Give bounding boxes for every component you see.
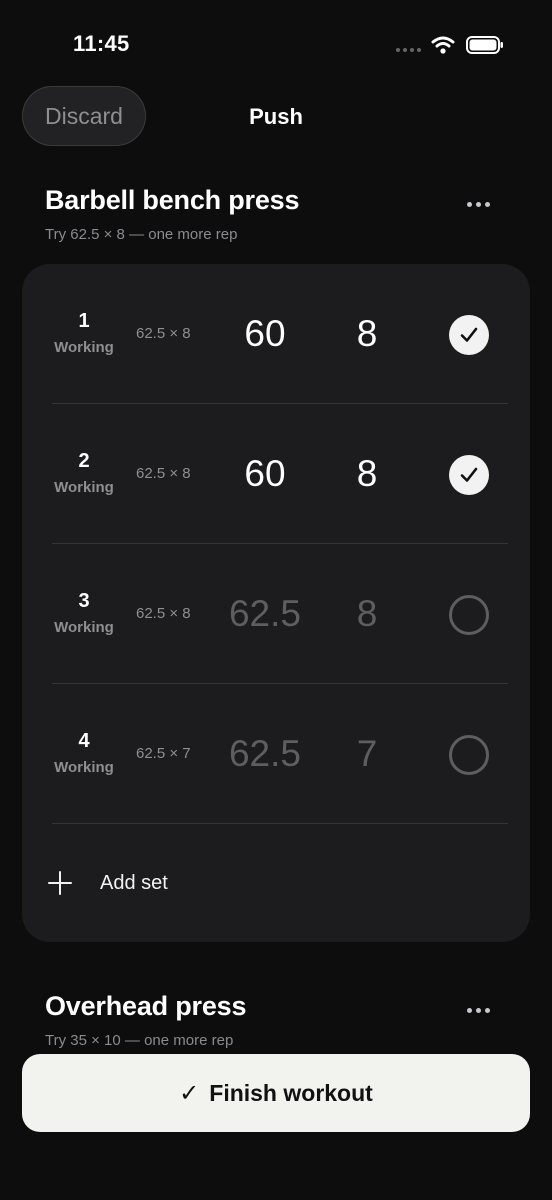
set-type[interactable]: Working — [48, 759, 120, 776]
more-options-icon[interactable] — [462, 1000, 494, 1020]
checkmark-icon — [460, 327, 478, 342]
previous-performance[interactable]: 62.5 × 8 — [136, 605, 191, 622]
set-complete-checkbox[interactable] — [449, 595, 489, 635]
previous-performance[interactable]: 62.5 × 8 — [136, 325, 191, 342]
set-row[interactable]: 1 Working 62.5 × 8 60 8 — [22, 264, 530, 404]
set-complete-checkbox[interactable] — [449, 315, 489, 355]
weight-input[interactable]: 62.5 — [212, 593, 318, 635]
set-row[interactable]: 4 Working 62.5 × 7 62.5 7 — [22, 684, 530, 824]
set-number: 2 — [78, 450, 90, 472]
workout-screen: 11:45 Discard Push Barbell bench press T… — [0, 0, 552, 1200]
sets-card: 1 Working 62.5 × 8 60 8 2 Working 62.5 ×… — [22, 264, 530, 942]
wifi-icon — [431, 36, 455, 54]
weight-input[interactable]: 60 — [212, 313, 318, 355]
set-row[interactable]: 2 Working 62.5 × 8 60 8 — [22, 404, 530, 544]
weight-input[interactable]: 60 — [212, 453, 318, 495]
exercise-title[interactable]: Barbell bench press — [45, 185, 299, 216]
weight-input[interactable]: 62.5 — [212, 733, 318, 775]
set-row[interactable]: 3 Working 62.5 × 8 62.5 8 — [22, 544, 530, 684]
checkmark-icon: ✓ — [179, 1079, 200, 1107]
workout-title: Push — [249, 104, 303, 129]
cellular-signal-icon — [396, 48, 421, 52]
set-number: 4 — [78, 730, 90, 752]
set-type[interactable]: Working — [48, 339, 120, 356]
row-divider — [52, 823, 508, 824]
exercise-hint: Try 62.5 × 8 — one more rep — [45, 226, 238, 243]
set-complete-checkbox[interactable] — [449, 455, 489, 495]
set-type[interactable]: Working — [48, 619, 120, 636]
status-time: 11:45 — [73, 31, 130, 56]
exercise-hint: Try 35 × 10 — one more rep — [45, 1032, 234, 1049]
exercise-title[interactable]: Overhead press — [45, 991, 247, 1022]
reps-input[interactable]: 8 — [336, 593, 398, 635]
finish-workout-label: Finish workout — [209, 1079, 373, 1106]
set-number: 1 — [78, 310, 90, 332]
battery-icon — [466, 36, 503, 54]
plus-icon — [48, 871, 72, 895]
previous-performance[interactable]: 62.5 × 7 — [136, 745, 191, 762]
set-complete-checkbox[interactable] — [449, 735, 489, 775]
previous-performance[interactable]: 62.5 × 8 — [136, 465, 191, 482]
reps-input[interactable]: 8 — [336, 313, 398, 355]
finish-workout-button[interactable]: ✓ Finish workout — [22, 1054, 530, 1132]
more-options-icon[interactable] — [462, 194, 494, 214]
add-set-label: Add set — [100, 871, 168, 894]
set-number: 3 — [78, 590, 90, 612]
checkmark-icon — [460, 467, 478, 482]
reps-input[interactable]: 7 — [336, 733, 398, 775]
reps-input[interactable]: 8 — [336, 453, 398, 495]
set-type[interactable]: Working — [48, 479, 120, 496]
add-set-button[interactable]: Add set — [48, 860, 248, 906]
